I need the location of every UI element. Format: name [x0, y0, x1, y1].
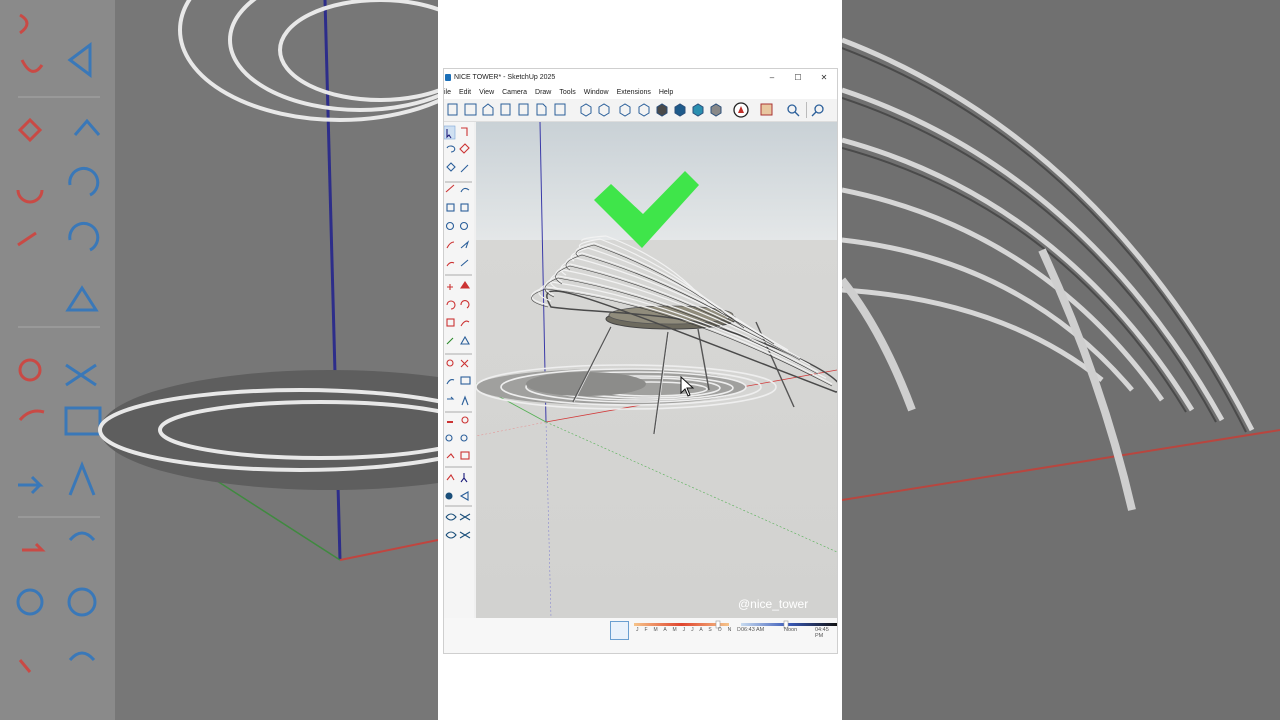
stamp-icon[interactable]	[459, 531, 471, 539]
right-view-icon[interactable]	[638, 103, 650, 117]
month-slider[interactable]	[634, 623, 729, 626]
lasso-icon[interactable]	[446, 145, 456, 153]
pie-icon[interactable]	[460, 240, 470, 249]
arc-icon[interactable]	[446, 241, 455, 249]
axes-icon[interactable]	[460, 376, 471, 385]
sketchup-logo-icon	[445, 74, 451, 81]
menu-camera[interactable]: Camera	[502, 89, 527, 96]
tape-icon[interactable]	[446, 359, 454, 367]
lookaround-icon[interactable]	[460, 473, 468, 483]
menu-bar: ile Edit View Camera Draw Tools Window E…	[444, 86, 837, 99]
offset-icon[interactable]	[460, 320, 470, 327]
zoom-window-icon[interactable]	[814, 104, 824, 114]
walk-icon[interactable]	[446, 474, 455, 481]
bg-right-drawing	[842, 0, 1280, 720]
shapes-icon[interactable]	[500, 103, 511, 116]
freehand-icon[interactable]	[445, 184, 455, 193]
followme-icon[interactable]	[460, 300, 470, 309]
main-toolbar	[444, 99, 837, 122]
smoove-icon[interactable]	[445, 531, 457, 539]
circle-icon[interactable]	[445, 221, 455, 231]
scale-icon[interactable]	[446, 318, 455, 327]
line-icon[interactable]	[460, 164, 469, 173]
zoom-tool-icon[interactable]	[445, 434, 453, 442]
maximize-button[interactable]: ☐	[785, 73, 811, 82]
window-title: NICE TOWER* - SketchUp 2025	[454, 74, 556, 81]
time-slider[interactable]	[741, 623, 837, 626]
close-button[interactable]: ✕	[811, 73, 837, 82]
page-icon[interactable]	[554, 103, 566, 116]
move-icon[interactable]	[447, 284, 453, 290]
time-noon-label: Noon	[784, 627, 798, 633]
month-labels: J F M A M J J A S O N D	[636, 627, 744, 633]
time-start-label: 06:43 AM	[741, 627, 765, 633]
extension-icon[interactable]	[760, 103, 773, 116]
chair-shadow	[476, 364, 777, 410]
sketchup-window: NICE TOWER* - SketchUp 2025 – ☐ ✕ ile Ed…	[443, 68, 838, 654]
new-icon[interactable]	[447, 103, 458, 116]
menu-file[interactable]: ile	[444, 89, 451, 96]
section-plane-icon[interactable]	[445, 492, 453, 500]
tool-palette	[444, 122, 474, 653]
green-axis	[545, 421, 837, 553]
pushpull-icon[interactable]	[459, 281, 471, 289]
iso-view-icon[interactable]	[580, 103, 592, 117]
menu-help[interactable]: Help	[659, 89, 673, 96]
menu-tools[interactable]: Tools	[559, 89, 575, 96]
menu-extensions[interactable]: Extensions	[617, 89, 651, 96]
document-icon[interactable]	[536, 103, 547, 116]
sandbox-from-contours-icon[interactable]	[445, 513, 457, 521]
position-camera-icon[interactable]	[460, 451, 470, 460]
menu-draw[interactable]: Draw	[535, 89, 551, 96]
time-end-label: 04:45 PM	[815, 627, 829, 639]
rectangle-icon[interactable]	[460, 187, 470, 193]
background-left	[0, 0, 438, 720]
model-viewport[interactable]	[476, 122, 837, 618]
shadow-settings-bar: J F M A M J J A S O N D 06:43 AM Noon 04…	[444, 618, 837, 653]
rotated-rect-icon[interactable]	[446, 203, 455, 212]
green-checkmark-icon	[594, 171, 699, 248]
zoom-icon[interactable]	[787, 104, 797, 114]
rotate-icon[interactable]	[446, 300, 456, 310]
menu-edit[interactable]: Edit	[459, 89, 471, 96]
minimize-button[interactable]: –	[759, 73, 785, 82]
polygon-icon[interactable]	[459, 221, 469, 231]
protractor-icon[interactable]	[446, 378, 455, 385]
title-bar: NICE TOWER* - SketchUp 2025 – ☐ ✕	[444, 69, 837, 86]
3dtext-icon[interactable]	[461, 395, 469, 406]
paint-icon[interactable]	[461, 127, 468, 136]
sandbox-scratch-icon[interactable]	[459, 513, 471, 521]
menu-view[interactable]: View	[479, 89, 494, 96]
dimension-icon[interactable]	[447, 396, 455, 400]
menu-window[interactable]: Window	[584, 89, 609, 96]
top-view-icon[interactable]	[598, 103, 610, 117]
eraser-icon[interactable]	[459, 143, 470, 154]
bg-left-drawing	[16, 0, 438, 673]
paste-icon[interactable]	[518, 103, 529, 116]
background-right	[842, 0, 1280, 720]
tag-icon[interactable]	[446, 162, 456, 172]
house-icon[interactable]	[482, 103, 494, 116]
watermark-handle: @nice_tower	[738, 597, 809, 611]
prev-view-icon[interactable]	[446, 453, 455, 459]
back-view-icon[interactable]	[656, 103, 668, 117]
pan-icon[interactable]	[461, 416, 469, 424]
text-icon[interactable]	[460, 359, 469, 368]
front-view-icon[interactable]	[619, 103, 631, 117]
section-icon[interactable]	[464, 103, 477, 116]
shaded-icon[interactable]	[710, 103, 722, 117]
bottom-view-icon[interactable]	[692, 103, 704, 117]
left-view-icon[interactable]	[674, 103, 686, 117]
zoomext-icon[interactable]	[460, 434, 468, 442]
